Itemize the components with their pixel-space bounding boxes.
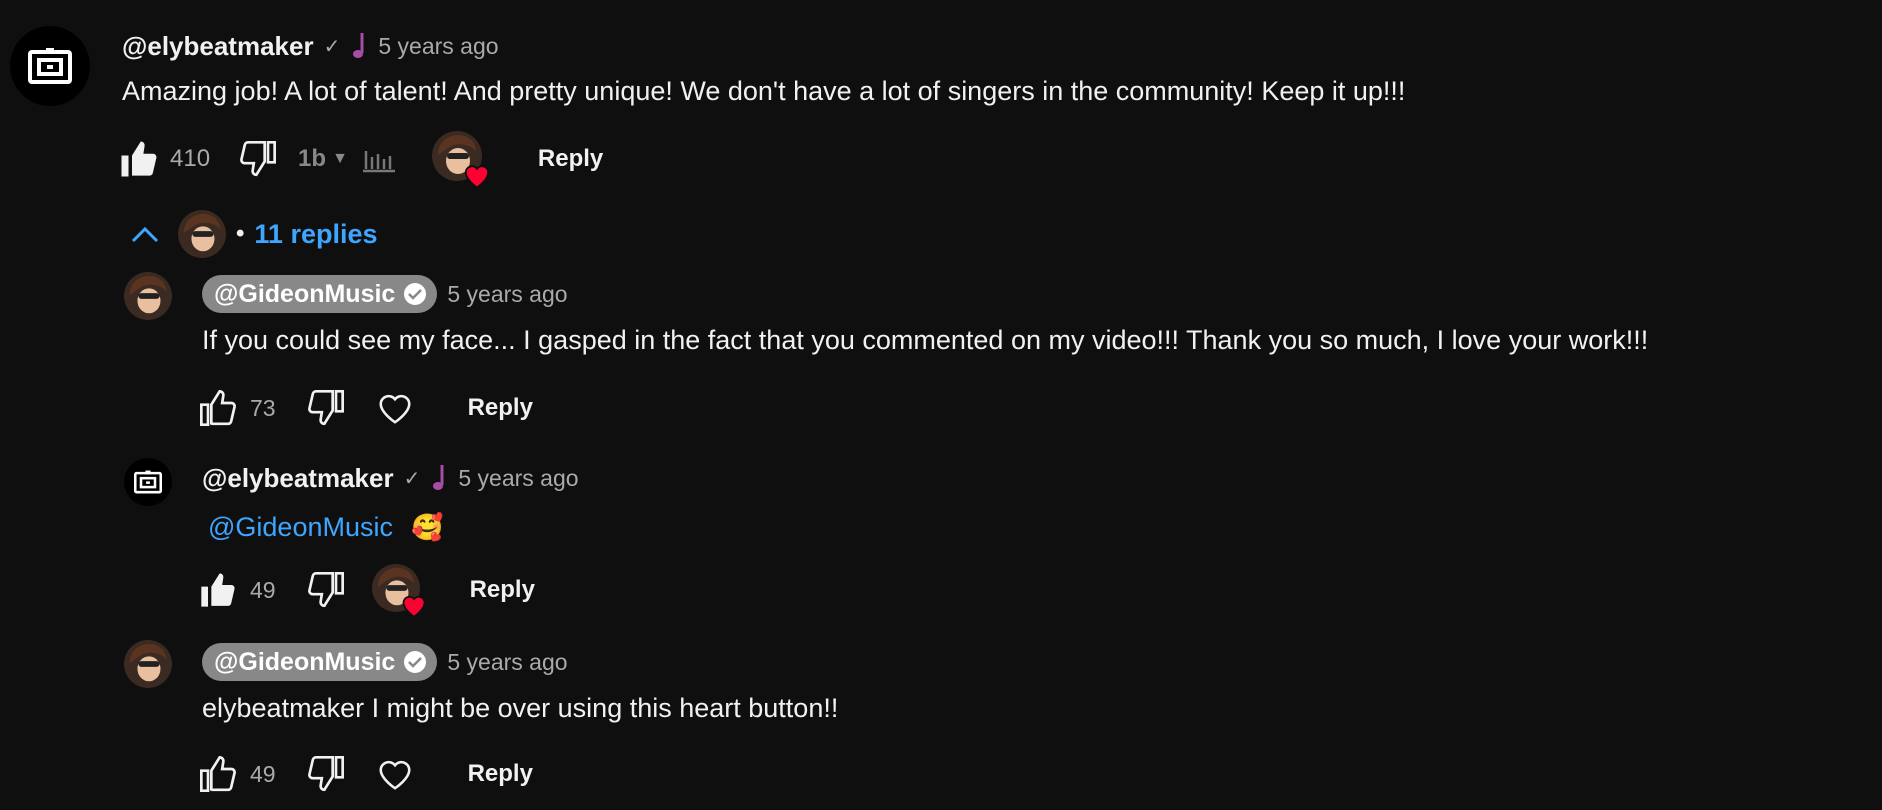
timestamp[interactable]: 5 years ago <box>378 33 498 60</box>
smiling-hearts-emoji: 🥰 <box>410 511 444 542</box>
avatar-gideonmusic[interactable] <box>124 640 172 688</box>
gideon-avatar-icon <box>124 640 172 688</box>
boombox-logo-icon <box>134 470 162 494</box>
replier-avatar-icon <box>178 210 226 258</box>
bars-stat-icon <box>362 151 395 173</box>
reply-button[interactable]: Reply <box>468 394 533 422</box>
music-note-icon <box>353 33 364 58</box>
reply-button[interactable]: Reply <box>470 576 535 604</box>
avatar-gideonmusic[interactable] <box>124 272 172 320</box>
reply-button[interactable]: Reply <box>468 760 533 788</box>
dislike-icon[interactable] <box>306 388 346 428</box>
checkmark-icon: ✓ <box>403 467 421 490</box>
reply-header: @GideonMusic 5 years ago <box>202 274 568 314</box>
action-bar: 49 Reply <box>198 752 533 796</box>
creator-tag-icon: 1b <box>298 145 327 172</box>
avatar-elybeatmaker[interactable] <box>124 458 172 506</box>
verified-check-icon <box>404 651 427 673</box>
replies-toggle[interactable]: • 11 replies <box>130 204 378 264</box>
comment-text: Amazing job! A lot of talent! And pretty… <box>122 76 1406 106</box>
reply-button[interactable]: Reply <box>538 145 603 173</box>
timestamp[interactable]: 5 years ago <box>447 281 567 308</box>
dislike-icon[interactable] <box>306 754 346 794</box>
creator-author-chip[interactable]: @GideonMusic <box>202 275 438 313</box>
like-icon[interactable] <box>198 754 238 794</box>
replies-separator: • <box>236 220 245 247</box>
avatar-elybeatmaker[interactable] <box>10 26 90 106</box>
action-bar: 49 Reply <box>198 564 535 618</box>
like-count: 410 <box>170 145 211 172</box>
creator-heart-badge <box>431 131 490 189</box>
reply-text: If you could see my face... I gasped in … <box>202 325 1649 355</box>
reply-header: @elybeatmaker ✓ 5 years ago <box>202 462 579 494</box>
author-name: @GideonMusic <box>214 279 396 308</box>
reply-text: @GideonMusic 🥰 <box>208 510 443 544</box>
timestamp[interactable]: 5 years ago <box>458 465 578 492</box>
heart-icon <box>464 165 490 189</box>
dropdown-arrow-icon: ▼ <box>332 150 348 167</box>
creator-heart-badge <box>371 564 425 618</box>
heart-outline-icon[interactable] <box>376 390 414 426</box>
music-note-icon <box>433 465 444 490</box>
reply-text: elybeatmaker I might be over using this … <box>202 693 839 723</box>
checkmark-icon: ✓ <box>323 35 341 58</box>
like-filled-icon[interactable] <box>198 570 238 610</box>
like-icon[interactable] <box>198 388 238 428</box>
replies-count-label[interactable]: 11 replies <box>254 219 377 250</box>
chevron-up-icon[interactable] <box>130 224 160 244</box>
heart-outline-icon[interactable] <box>376 756 414 792</box>
creator-author-chip[interactable]: @GideonMusic <box>202 643 438 681</box>
action-bar: 73 Reply <box>198 386 533 430</box>
mention-link[interactable]: @GideonMusic <box>208 512 393 543</box>
reply-header: @GideonMusic 5 years ago <box>202 642 568 682</box>
gideon-avatar-icon <box>124 272 172 320</box>
like-count: 49 <box>250 760 276 787</box>
verified-check-icon <box>404 283 427 305</box>
like-filled-icon[interactable] <box>118 138 160 180</box>
action-bar: 410 1b ▼ Reply <box>118 131 603 189</box>
like-count: 49 <box>250 576 276 603</box>
like-count: 73 <box>250 394 276 421</box>
author-name: @GideonMusic <box>214 647 396 676</box>
comment-header: @elybeatmaker ✓ 5 years ago <box>122 30 499 62</box>
author-name[interactable]: @elybeatmaker <box>122 31 314 62</box>
timestamp[interactable]: 5 years ago <box>447 649 567 676</box>
author-name[interactable]: @elybeatmaker <box>202 463 394 494</box>
dislike-icon[interactable] <box>306 570 346 610</box>
dislike-icon[interactable] <box>238 139 278 179</box>
heart-icon <box>402 595 425 618</box>
boombox-logo-icon <box>28 48 72 84</box>
